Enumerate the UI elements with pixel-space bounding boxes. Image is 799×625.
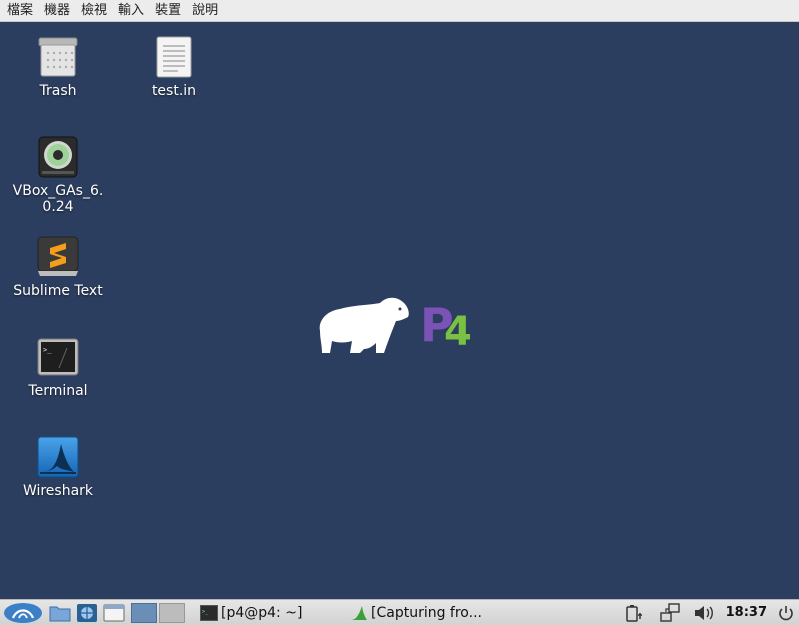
taskbar-item-terminal[interactable]: >_ [p4@p4: ~] <box>196 602 344 624</box>
desktop-icon-label: test.in <box>151 83 197 99</box>
clock[interactable]: 18:37 <box>720 605 773 620</box>
network-status-icon[interactable] <box>652 601 688 625</box>
desktop: Trash test.in VBox_GAs_6.0.24 Sublime Te… <box>0 23 799 599</box>
folder-icon <box>49 606 71 621</box>
desktop-icon-sublime-text[interactable]: Sublime Text <box>8 235 108 299</box>
desktop-icon-label: VBox_GAs_6.0.24 <box>12 183 104 215</box>
bottom-panel: >_ [p4@p4: ~] [Capturing fro... 18:37 <box>0 599 799 625</box>
menu-file[interactable]: 檔案 <box>4 0 41 22</box>
taskbar-item-wireshark[interactable]: [Capturing fro... <box>346 602 494 624</box>
menu-help[interactable]: 說明 <box>189 0 226 22</box>
start-menu-button[interactable] <box>0 601 46 625</box>
terminal-icon: >_ <box>200 604 218 621</box>
taskbar-item-label: [p4@p4: ~] <box>221 604 303 621</box>
svg-text:>_: >_ <box>202 609 209 615</box>
wireshark-fin-icon <box>351 605 367 620</box>
desktop-icon-label: Wireshark <box>22 483 94 499</box>
workspace-1[interactable] <box>131 602 157 623</box>
desktop-icon-label: Sublime Text <box>13 283 103 299</box>
sublime-text-icon <box>36 235 80 279</box>
workspace-2[interactable] <box>159 602 185 623</box>
volume-icon[interactable] <box>688 601 720 625</box>
p4-logo-4: 4 <box>444 309 472 355</box>
desktop-icon-wireshark[interactable]: Wireshark <box>8 435 108 499</box>
menu-devices[interactable]: 裝置 <box>152 0 189 22</box>
polar-bear-icon <box>319 297 409 353</box>
file-manager-launcher[interactable] <box>46 601 74 625</box>
menu-view[interactable]: 檢視 <box>78 0 115 22</box>
desktop-icon-trash[interactable]: Trash <box>8 35 108 99</box>
menu-input[interactable]: 輸入 <box>115 0 152 22</box>
desktop-icon-label: Terminal <box>28 383 88 399</box>
terminal-icon: >_ <box>36 335 80 379</box>
trash-icon <box>36 35 80 79</box>
desktop-icon-label: Trash <box>39 83 77 99</box>
wireshark-icon <box>36 435 80 479</box>
window-icon <box>103 604 125 621</box>
power-off-icon[interactable] <box>773 601 799 625</box>
show-desktop-button[interactable] <box>100 601 128 625</box>
system-tray: 18:37 <box>616 601 799 625</box>
taskbar-item-label: [Capturing fro... <box>371 604 482 621</box>
desktop-icon-terminal[interactable]: >_ Terminal <box>8 335 108 399</box>
svg-text:>_: >_ <box>43 346 52 354</box>
desktop-icon-test-in[interactable]: test.in <box>124 35 224 99</box>
optical-disc-icon <box>36 135 80 179</box>
start-menu-icon <box>4 602 42 623</box>
power-icon[interactable] <box>616 601 652 625</box>
browser-launcher[interactable] <box>74 601 100 625</box>
vbox-menubar: 檔案 機器 檢視 輸入 裝置 說明 <box>0 0 799 22</box>
network-icon <box>77 603 97 622</box>
desktop-icon-vbox-gas[interactable]: VBox_GAs_6.0.24 <box>8 135 108 215</box>
menu-machine[interactable]: 機器 <box>41 0 78 22</box>
text-file-icon <box>152 35 196 79</box>
p4-wallpaper-logo: P 4 <box>316 291 486 357</box>
workspace-pager[interactable] <box>128 601 188 625</box>
